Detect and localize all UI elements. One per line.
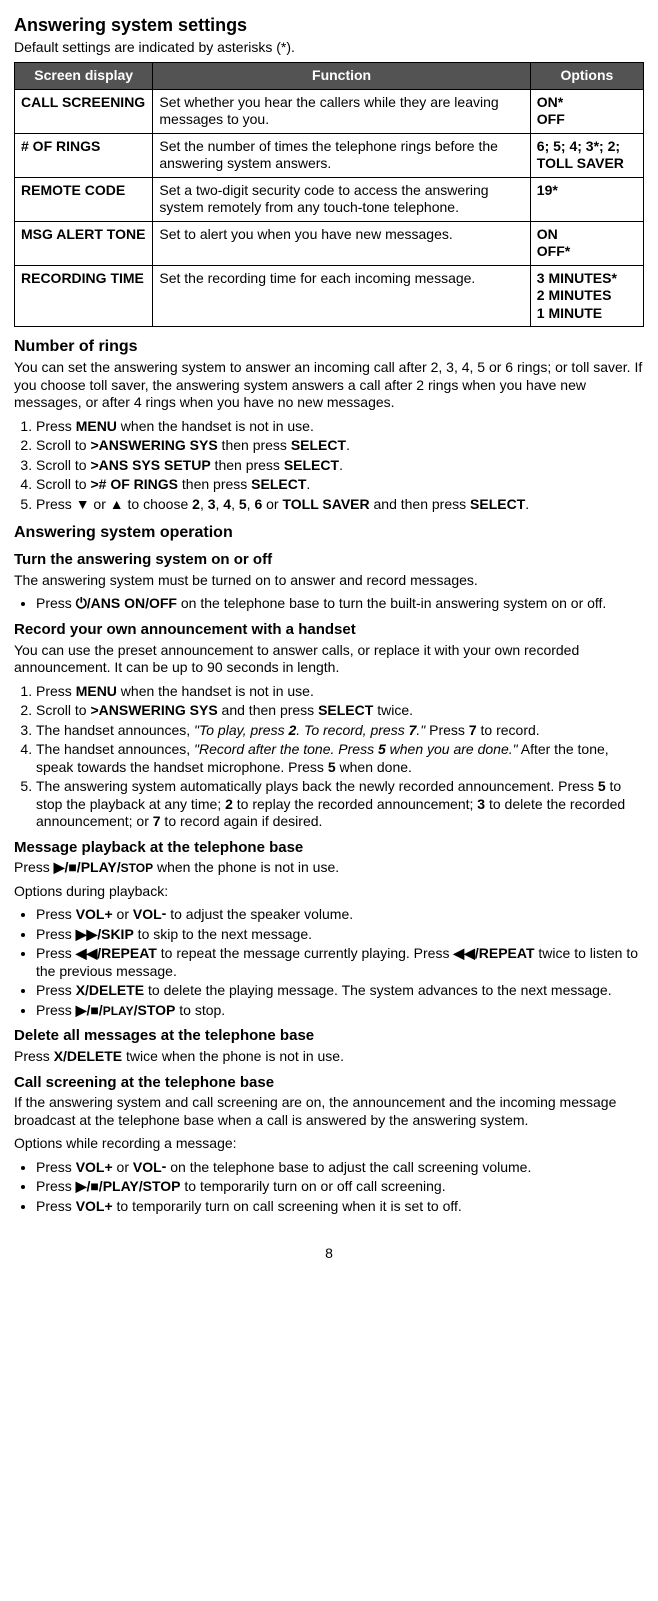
list-item: Press VOL+ or VOL- to adjust the speaker… <box>36 906 644 924</box>
td-function: Set a two-digit security code to access … <box>153 177 530 221</box>
th-function: Function <box>153 63 530 90</box>
list-item: Press ⏻/ANS ON/OFF on the telephone base… <box>36 595 644 613</box>
th-options: Options <box>530 63 643 90</box>
num-rings-steps: Press MENU when the handset is not in us… <box>14 418 644 514</box>
call-screen-intro: If the answering system and call screeni… <box>14 1094 644 1129</box>
playback-options-label: Options during playback: <box>14 883 644 901</box>
skip-icon: ▶▶/SKIP <box>76 926 134 942</box>
play-stop-icon: ▶/■/ <box>76 1002 103 1018</box>
table-row: MSG ALERT TONE Set to alert you when you… <box>15 221 644 265</box>
record-announce-heading: Record your own announcement with a hand… <box>14 621 644 640</box>
list-item: Scroll to >ANSWERING SYS then press SELE… <box>36 437 644 455</box>
repeat-icon: ◀◀/REPEAT <box>453 945 534 961</box>
turn-on-off-list: Press ⏻/ANS ON/OFF on the telephone base… <box>14 595 644 613</box>
table-row: CALL SCREENING Set whether you hear the … <box>15 89 644 133</box>
td-display: RECORDING TIME <box>15 265 153 327</box>
page-title: Answering system settings <box>14 14 644 37</box>
call-screen-options-list: Press VOL+ or VOL- on the telephone base… <box>14 1159 644 1216</box>
table-row: RECORDING TIME Set the recording time fo… <box>15 265 644 327</box>
playback-options-list: Press VOL+ or VOL- to adjust the speaker… <box>14 906 644 1019</box>
turn-on-off-intro: The answering system must be turned on t… <box>14 572 644 590</box>
down-arrow-icon: ▼ <box>76 496 90 512</box>
num-rings-heading: Number of rings <box>14 337 644 357</box>
td-display: # OF RINGS <box>15 133 153 177</box>
td-display: MSG ALERT TONE <box>15 221 153 265</box>
list-item: Press ▶▶/SKIP to skip to the next messag… <box>36 926 644 944</box>
call-screen-options-label: Options while recording a message: <box>14 1135 644 1153</box>
power-icon: ⏻/ANS ON/OFF <box>76 595 177 611</box>
up-arrow-icon: ▲ <box>110 496 124 512</box>
td-options: ON* OFF <box>530 89 643 133</box>
operation-heading: Answering system operation <box>14 523 644 543</box>
play-stop-icon: ▶/■/PLAY/STOP <box>76 1178 181 1194</box>
td-options: 19* <box>530 177 643 221</box>
list-item: Press MENU when the handset is not in us… <box>36 683 644 701</box>
list-item: Press VOL+ to temporarily turn on call s… <box>36 1198 644 1216</box>
table-row: # OF RINGS Set the number of times the t… <box>15 133 644 177</box>
call-screen-heading: Call screening at the telephone base <box>14 1074 644 1093</box>
repeat-icon: ◀◀/REPEAT <box>76 945 157 961</box>
list-item: Press VOL+ or VOL- on the telephone base… <box>36 1159 644 1177</box>
list-item: The answering system automatically plays… <box>36 778 644 831</box>
td-display: REMOTE CODE <box>15 177 153 221</box>
list-item: Press ◀◀/REPEAT to repeat the message cu… <box>36 945 644 980</box>
list-item: Scroll to >ANS SYS SETUP then press SELE… <box>36 457 644 475</box>
td-function: Set to alert you when you have new messa… <box>153 221 530 265</box>
settings-table: Screen display Function Options CALL SCR… <box>14 62 644 327</box>
td-function: Set the recording time for each incoming… <box>153 265 530 327</box>
delete-all-text: Press X/DELETE twice when the phone is n… <box>14 1048 644 1066</box>
list-item: The handset announces, "To play, press 2… <box>36 722 644 740</box>
page-number: 8 <box>14 1245 644 1263</box>
th-screen-display: Screen display <box>15 63 153 90</box>
play-stop-icon: ▶/■/PLAY/ <box>54 859 121 875</box>
num-rings-intro: You can set the answering system to answ… <box>14 359 644 412</box>
table-row: REMOTE CODE Set a two-digit security cod… <box>15 177 644 221</box>
list-item: Scroll to ># OF RINGS then press SELECT. <box>36 476 644 494</box>
record-announce-steps: Press MENU when the handset is not in us… <box>14 683 644 831</box>
td-function: Set the number of times the telephone ri… <box>153 133 530 177</box>
td-options: ON OFF* <box>530 221 643 265</box>
td-function: Set whether you hear the callers while t… <box>153 89 530 133</box>
list-item: The handset announces, "Record after the… <box>36 741 644 776</box>
td-options: 3 MINUTES* 2 MINUTES 1 MINUTE <box>530 265 643 327</box>
list-item: Press ▼ or ▲ to choose 2, 3, 4, 5, 6 or … <box>36 496 644 514</box>
playback-heading: Message playback at the telephone base <box>14 839 644 858</box>
list-item: Scroll to >ANSWERING SYS and then press … <box>36 702 644 720</box>
list-item: Press ▶/■/PLAY/STOP to temporarily turn … <box>36 1178 644 1196</box>
list-item: Press ▶/■/PLAY/STOP to stop. <box>36 1002 644 1020</box>
playback-intro: Press ▶/■/PLAY/STOP when the phone is no… <box>14 859 644 877</box>
turn-on-off-heading: Turn the answering system on or off <box>14 551 644 570</box>
list-item: Press MENU when the handset is not in us… <box>36 418 644 436</box>
record-announce-intro: You can use the preset announcement to a… <box>14 642 644 677</box>
intro-text: Default settings are indicated by asteri… <box>14 39 644 57</box>
td-options: 6; 5; 4; 3*; 2; TOLL SAVER <box>530 133 643 177</box>
list-item: Press X/DELETE to delete the playing mes… <box>36 982 644 1000</box>
td-display: CALL SCREENING <box>15 89 153 133</box>
delete-all-heading: Delete all messages at the telephone bas… <box>14 1027 644 1046</box>
